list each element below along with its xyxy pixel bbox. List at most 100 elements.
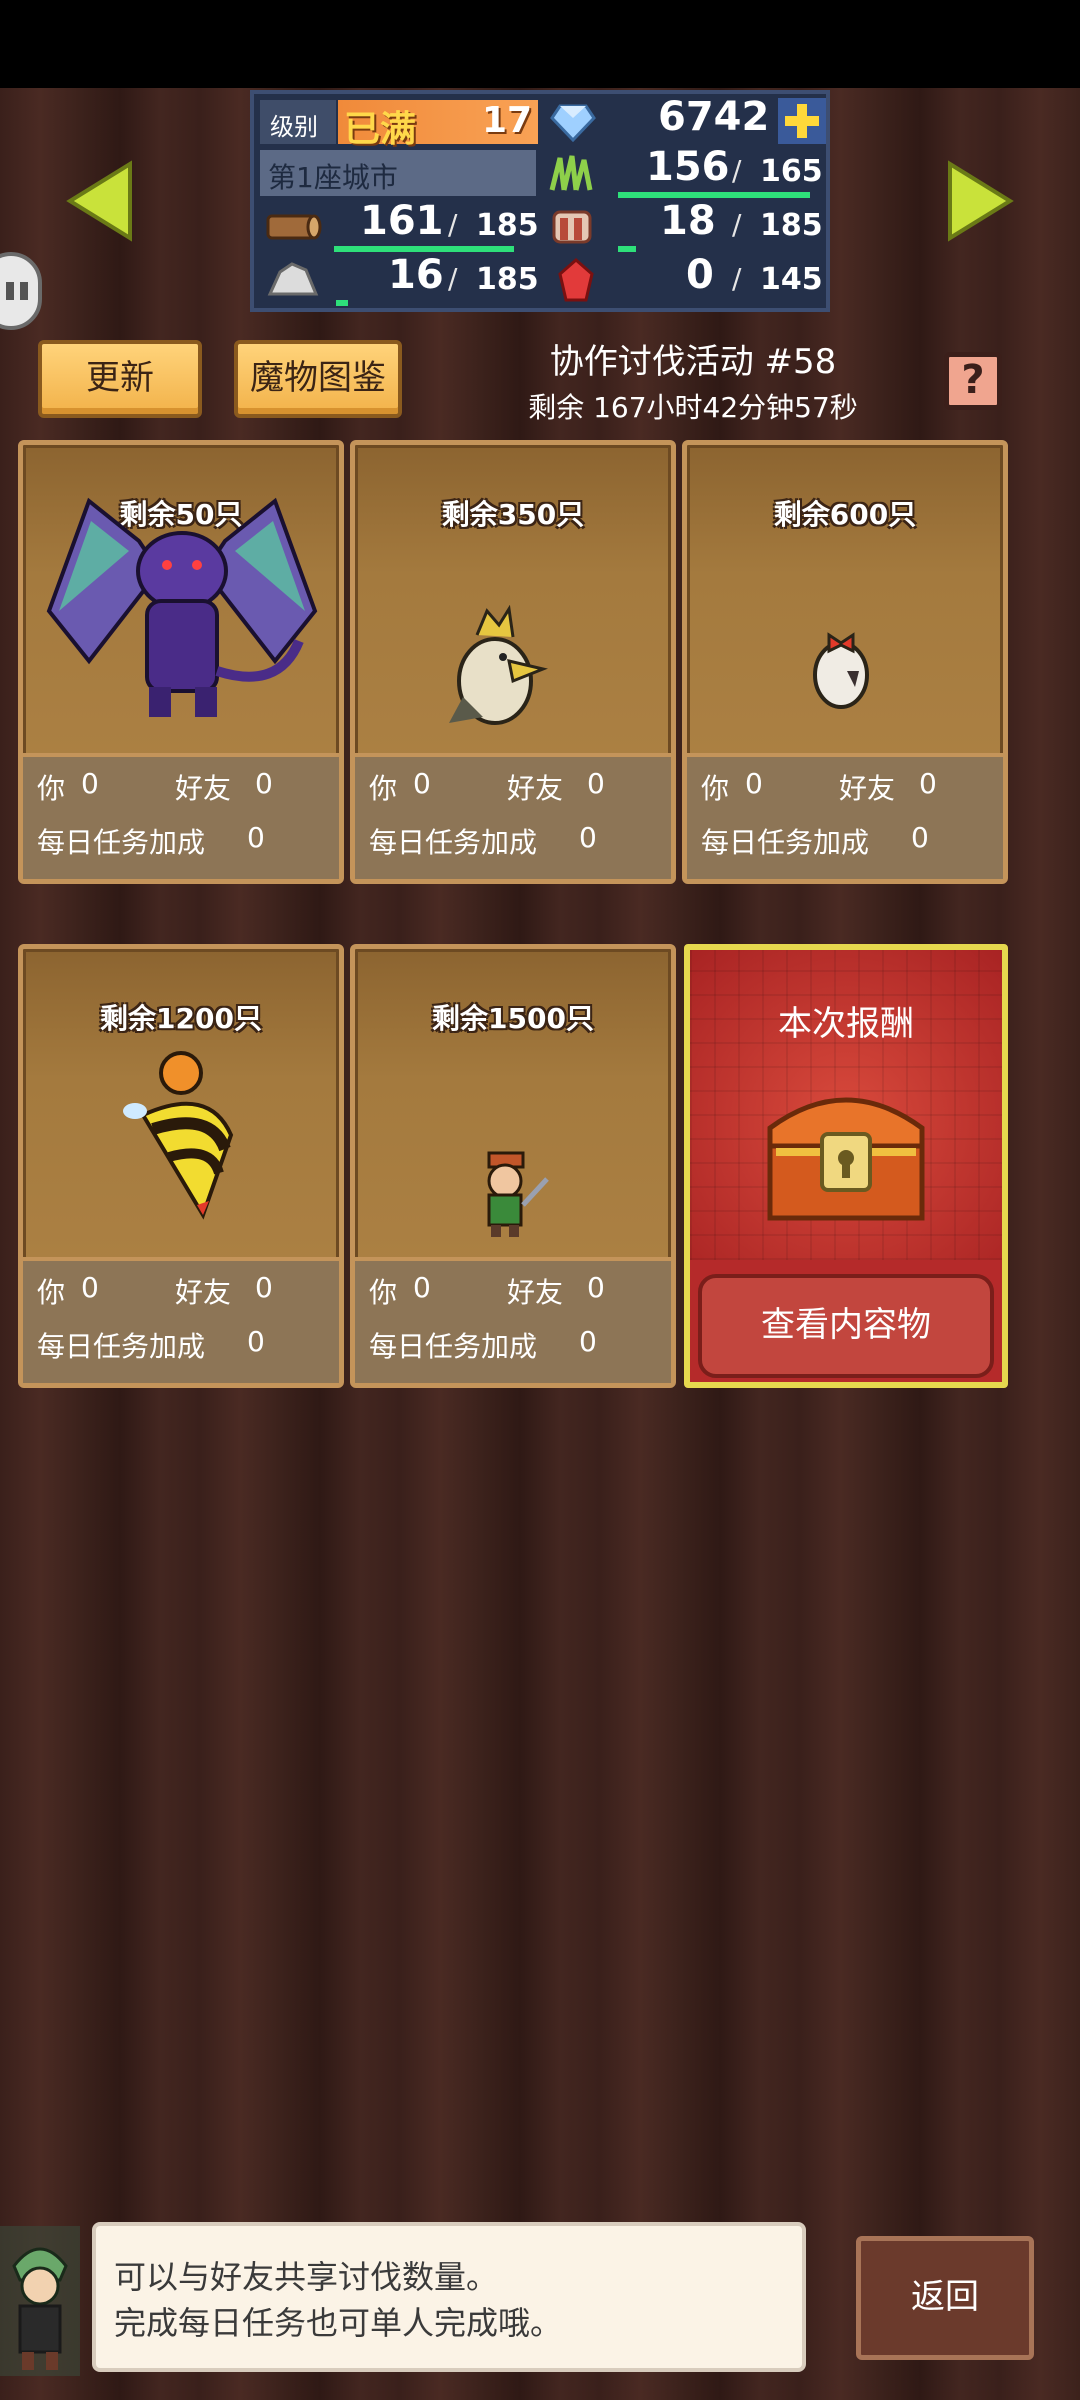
monster-card-1[interactable]: 剩余50只 你 0 好友 0 每日任务加成 0 bbox=[18, 440, 344, 884]
add-gems-button[interactable] bbox=[778, 98, 826, 144]
friend-value: 0 bbox=[919, 767, 937, 800]
you-label: 你 bbox=[369, 1276, 398, 1309]
level-status: 已满 bbox=[344, 109, 417, 150]
monster-card-2[interactable]: 剩余350只 你 0 好友 0 每日任务加成 0 bbox=[350, 440, 676, 884]
card-stats: 你 0 好友 0 每日任务加成 0 bbox=[355, 753, 671, 879]
green-max: 165 bbox=[760, 154, 823, 189]
friend-label: 好友 bbox=[175, 772, 232, 805]
green-current: 156 bbox=[646, 144, 730, 190]
daily-bonus-value: 0 bbox=[247, 1325, 265, 1358]
friend-value: 0 bbox=[587, 1271, 605, 1304]
card-stats: 你 0 好友 0 每日任务加成 0 bbox=[23, 1257, 339, 1383]
next-arrow-icon[interactable] bbox=[946, 160, 1016, 242]
tip-dialog: 可以与好友共享讨伐数量。 完成每日任务也可单人完成哦。 bbox=[92, 2222, 806, 2372]
daily-bonus-label: 每日任务加成 bbox=[701, 826, 870, 859]
food-current: 18 bbox=[660, 198, 716, 244]
stone-icon bbox=[267, 262, 319, 296]
daily-bonus-value: 0 bbox=[579, 1325, 597, 1358]
ruby-icon bbox=[558, 258, 594, 302]
daily-bonus-label: 每日任务加成 bbox=[37, 826, 206, 859]
you-value: 0 bbox=[413, 767, 431, 800]
level-cell: 已满 17 bbox=[338, 100, 538, 150]
daily-bonus-label: 每日任务加成 bbox=[37, 1330, 206, 1363]
stone-current: 16 bbox=[388, 252, 444, 298]
reward-panel: 本次报酬 bbox=[690, 950, 1002, 1260]
you-label: 你 bbox=[37, 1276, 66, 1309]
goblin-icon bbox=[487, 1151, 549, 1237]
bestiary-button[interactable]: 魔物图鉴 bbox=[234, 340, 402, 418]
you-label: 你 bbox=[701, 772, 730, 805]
view-contents-button[interactable]: 查看内容物 bbox=[698, 1274, 994, 1378]
ghost-bird-icon bbox=[449, 605, 548, 725]
you-value: 0 bbox=[413, 1271, 431, 1304]
wood-max: 185 bbox=[476, 208, 539, 243]
stone-max: 185 bbox=[476, 262, 539, 297]
reward-card: 本次报酬 查看内容物 bbox=[684, 944, 1008, 1388]
bee-icon bbox=[123, 1051, 234, 1220]
prev-arrow-icon[interactable] bbox=[64, 160, 134, 242]
slash: / bbox=[448, 208, 458, 241]
friend-label: 好友 bbox=[839, 772, 896, 805]
tip-line-2: 完成每日任务也可单人完成哦。 bbox=[114, 2304, 563, 2342]
back-button[interactable]: 返回 bbox=[856, 2236, 1034, 2360]
level-label: 级别 bbox=[270, 113, 318, 141]
you-value: 0 bbox=[81, 1271, 99, 1304]
slash: / bbox=[732, 154, 742, 187]
food-bar bbox=[618, 246, 636, 252]
slash: / bbox=[732, 262, 742, 295]
wood-current: 161 bbox=[360, 198, 444, 244]
friend-label: 好友 bbox=[507, 772, 564, 805]
city-cell: 第1座城市 bbox=[260, 150, 536, 196]
stone-bar bbox=[336, 300, 348, 306]
egg-bow-icon bbox=[813, 632, 869, 709]
purple-dragon-icon bbox=[46, 497, 318, 717]
card-stats: 你 0 好友 0 每日任务加成 0 bbox=[355, 1257, 671, 1383]
gem-count: 6742 bbox=[658, 94, 770, 140]
you-value: 0 bbox=[745, 767, 763, 800]
monster-card-3[interactable]: 剩余600只 你 0 好友 0 每日任务加成 0 bbox=[682, 440, 1008, 884]
you-label: 你 bbox=[37, 772, 66, 805]
treasure-chest-icon bbox=[767, 1097, 925, 1221]
card-stats: 你 0 好友 0 每日任务加成 0 bbox=[687, 753, 1003, 879]
status-bar bbox=[0, 0, 1080, 88]
ruby-max: 145 bbox=[760, 262, 823, 297]
help-icon[interactable]: ? bbox=[944, 352, 1002, 410]
monster-card-5[interactable]: 剩余1500只 你 0 好友 0 每日任务加成 0 bbox=[350, 944, 676, 1388]
wood-log-icon bbox=[266, 214, 322, 240]
you-value: 0 bbox=[81, 767, 99, 800]
remaining-count: 剩余600只 bbox=[773, 498, 917, 531]
event-title: 协作讨伐活动 #58 bbox=[549, 342, 837, 382]
reward-title: 本次报酬 bbox=[778, 1004, 914, 1044]
daily-bonus-label: 每日任务加成 bbox=[369, 826, 538, 859]
friend-value: 0 bbox=[255, 1271, 273, 1304]
city-name: 第1座城市 bbox=[268, 161, 398, 194]
tip-line-1: 可以与好友共享讨伐数量。 bbox=[114, 2258, 499, 2296]
meat-icon bbox=[552, 210, 592, 244]
npc-avatar-icon bbox=[0, 2226, 80, 2376]
level-value: 17 bbox=[482, 100, 533, 141]
food-max: 185 bbox=[760, 208, 823, 243]
friend-value: 0 bbox=[587, 767, 605, 800]
diamond-icon bbox=[550, 104, 596, 142]
update-button[interactable]: 更新 bbox=[38, 340, 202, 418]
remaining-count: 剩余1200只 bbox=[100, 1002, 262, 1035]
slash: / bbox=[448, 262, 458, 295]
remaining-count: 剩余1500只 bbox=[432, 1002, 594, 1035]
grass-icon bbox=[549, 155, 593, 191]
friend-label: 好友 bbox=[507, 1276, 564, 1309]
you-label: 你 bbox=[369, 772, 398, 805]
card-stats: 你 0 好友 0 每日任务加成 0 bbox=[23, 753, 339, 879]
friend-value: 0 bbox=[255, 767, 273, 800]
friend-label: 好友 bbox=[175, 1276, 232, 1309]
remaining-time: 剩余 167小时42分钟57秒 bbox=[528, 391, 858, 424]
daily-bonus-value: 0 bbox=[911, 821, 929, 854]
daily-bonus-label: 每日任务加成 bbox=[369, 1330, 538, 1363]
daily-bonus-value: 0 bbox=[579, 821, 597, 854]
daily-bonus-value: 0 bbox=[247, 821, 265, 854]
ruby-current: 0 bbox=[686, 252, 714, 298]
slash: / bbox=[732, 208, 742, 241]
monster-card-4[interactable]: 剩余1200只 你 0 好友 0 每日任务加成 0 bbox=[18, 944, 344, 1388]
level-label-cell: 级别 bbox=[260, 100, 336, 144]
remaining-count: 剩余350只 bbox=[441, 498, 585, 531]
resource-panel: 级别 已满 17 6742 第1座城市 156 / 165 161 / 185 … bbox=[250, 90, 830, 312]
